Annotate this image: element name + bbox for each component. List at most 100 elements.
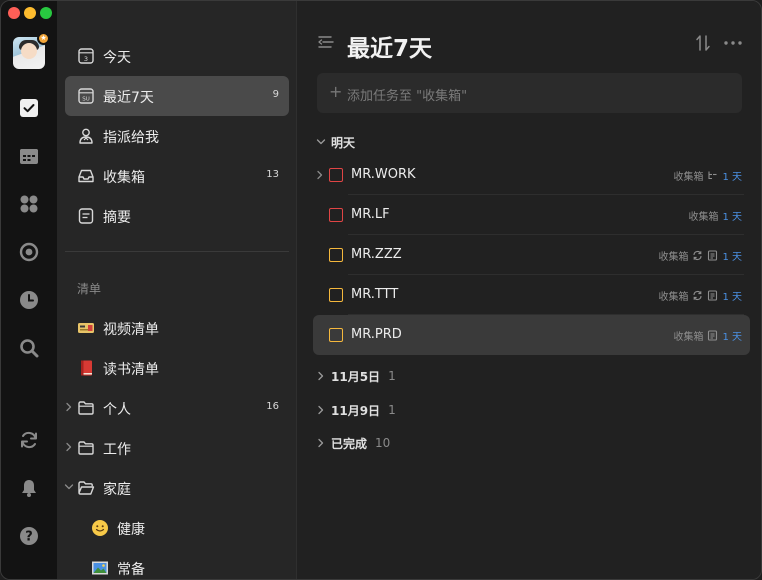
chevron-right-icon[interactable] <box>315 169 325 181</box>
sidebar-item-label: 收集箱 <box>103 170 145 186</box>
sync-icon[interactable] <box>17 428 41 452</box>
group-count: 10 <box>375 436 391 450</box>
picture-emoji-icon <box>91 559 109 577</box>
sidebar-divider <box>65 251 289 252</box>
task-due: 1 天 <box>722 332 742 343</box>
task-list-name: 收集箱 <box>673 172 704 183</box>
icon-rail: ★ ? <box>1 1 57 579</box>
note-icon <box>707 290 718 301</box>
grid-apps-icon[interactable] <box>17 192 41 216</box>
chevron-right-icon[interactable] <box>63 441 75 453</box>
svg-text:?: ? <box>25 530 33 545</box>
task-row[interactable]: MR.ZZZ 收集箱 1 天 <box>313 235 750 275</box>
book-emoji-icon <box>77 359 95 377</box>
task-checkbox[interactable] <box>329 248 343 262</box>
svg-text:SU: SU <box>82 97 90 103</box>
page-title: 最近7天 <box>347 36 433 62</box>
group-name: 明天 <box>331 135 356 150</box>
group-name: 已完成 <box>331 436 368 451</box>
calendar-today-icon: 3 <box>77 47 95 65</box>
task-row[interactable]: MR.WORK 收集箱 1 天 <box>313 155 750 195</box>
task-title: MR.LF <box>351 207 390 222</box>
clock-icon[interactable] <box>17 288 41 312</box>
sidebar-item-label: 家庭 <box>103 482 131 498</box>
task-row[interactable]: MR.PRD 收集箱 1 天 <box>313 315 750 355</box>
chevron-right-icon <box>315 404 327 416</box>
task-title: MR.TTT <box>351 287 399 302</box>
repeat-icon <box>692 250 703 261</box>
sidebar-item-label: 读书清单 <box>103 362 159 378</box>
sidebar-item-video-list[interactable]: 视频清单 <box>65 308 289 348</box>
sidebar-item-label: 健康 <box>117 522 145 538</box>
sidebar-toggle-icon[interactable] <box>317 34 335 50</box>
task-row[interactable]: MR.LF 收集箱 1 天 <box>313 195 750 235</box>
sidebar-item-personal[interactable]: 个人 16 <box>65 388 289 428</box>
subtask-icon <box>707 170 718 181</box>
sidebar-item-inbox[interactable]: 收集箱 13 <box>65 156 289 196</box>
task-meta: 收集箱 1 天 <box>658 288 742 303</box>
task-checkbox[interactable] <box>329 328 343 342</box>
chevron-down-icon[interactable] <box>63 481 75 493</box>
folder-open-icon <box>77 479 95 497</box>
bell-icon[interactable] <box>17 476 41 500</box>
group-count: 1 <box>388 403 396 417</box>
sidebar-item-label: 今天 <box>103 50 131 66</box>
lists-section-label: 清单 <box>77 282 102 296</box>
sidebar-item-essentials[interactable]: 常备 <box>79 548 289 579</box>
task-list-name: 收集箱 <box>673 332 704 343</box>
group-name: 11月9日 <box>331 403 381 418</box>
task-meta: 收集箱 1 天 <box>688 208 742 223</box>
group-count: 1 <box>388 369 396 383</box>
sidebar-item-next7days[interactable]: SU 最近7天 9 <box>65 76 289 116</box>
focus-target-icon[interactable] <box>17 240 41 264</box>
task-list-name: 收集箱 <box>658 252 689 263</box>
count-badge: 13 <box>266 169 279 180</box>
task-check-icon[interactable] <box>17 96 41 120</box>
zoom-window-button[interactable] <box>40 7 52 19</box>
task-due: 1 天 <box>722 292 742 303</box>
group-header-nov9[interactable]: 11月9日 1 <box>315 400 396 420</box>
sidebar-item-health[interactable]: 健康 <box>79 508 289 548</box>
sidebar-item-label: 摘要 <box>103 210 131 226</box>
task-due: 1 天 <box>722 212 742 223</box>
note-icon <box>707 250 718 261</box>
repeat-icon <box>692 290 703 301</box>
task-checkbox[interactable] <box>329 208 343 222</box>
task-meta: 收集箱 1 天 <box>658 248 742 263</box>
group-header-tomorrow[interactable]: 明天 <box>315 132 355 152</box>
task-title: MR.ZZZ <box>351 247 402 262</box>
add-task-input[interactable]: + 添加任务至 "收集箱" <box>317 73 742 113</box>
sidebar-item-family[interactable]: 家庭 <box>63 468 289 508</box>
group-header-completed[interactable]: 已完成 10 <box>315 433 390 453</box>
minimize-window-button[interactable] <box>24 7 36 19</box>
premium-badge-icon: ★ <box>37 32 50 45</box>
search-icon[interactable] <box>17 336 41 360</box>
task-checkbox[interactable] <box>329 168 343 182</box>
group-header-nov5[interactable]: 11月5日 1 <box>315 366 396 386</box>
sidebar-item-label: 视频清单 <box>103 322 159 338</box>
sidebar-item-label: 最近7天 <box>103 90 154 106</box>
sidebar-item-reading-list[interactable]: 读书清单 <box>65 348 289 388</box>
task-due: 1 天 <box>722 172 742 183</box>
sidebar-item-today[interactable]: 3 今天 <box>65 36 289 76</box>
ticket-emoji-icon <box>77 319 95 337</box>
sidebar-item-label: 个人 <box>103 402 131 418</box>
sidebar-item-work[interactable]: 工作 <box>65 428 289 468</box>
app-window: ★ ? 3 今天 SU 最近7天 9 指派给我 收集箱 13 摘要 清单 视频清… <box>0 0 762 580</box>
more-options-icon[interactable] <box>723 41 743 45</box>
close-window-button[interactable] <box>8 7 20 19</box>
folder-icon <box>77 439 95 457</box>
task-title: MR.WORK <box>351 167 416 182</box>
sidebar-item-label: 常备 <box>117 562 145 578</box>
group-name: 11月5日 <box>331 369 381 384</box>
calendar-icon[interactable] <box>17 144 41 168</box>
task-row[interactable]: MR.TTT 收集箱 1 天 <box>313 275 750 315</box>
task-checkbox[interactable] <box>329 288 343 302</box>
sidebar-item-summary[interactable]: 摘要 <box>65 196 289 236</box>
chevron-right-icon[interactable] <box>63 401 75 413</box>
summary-icon <box>77 207 95 225</box>
sidebar: 3 今天 SU 最近7天 9 指派给我 收集箱 13 摘要 清单 视频清单 读书… <box>57 1 297 579</box>
help-icon[interactable]: ? <box>17 524 41 548</box>
sort-icon[interactable] <box>695 34 711 52</box>
sidebar-item-assigned[interactable]: 指派给我 <box>65 116 289 156</box>
